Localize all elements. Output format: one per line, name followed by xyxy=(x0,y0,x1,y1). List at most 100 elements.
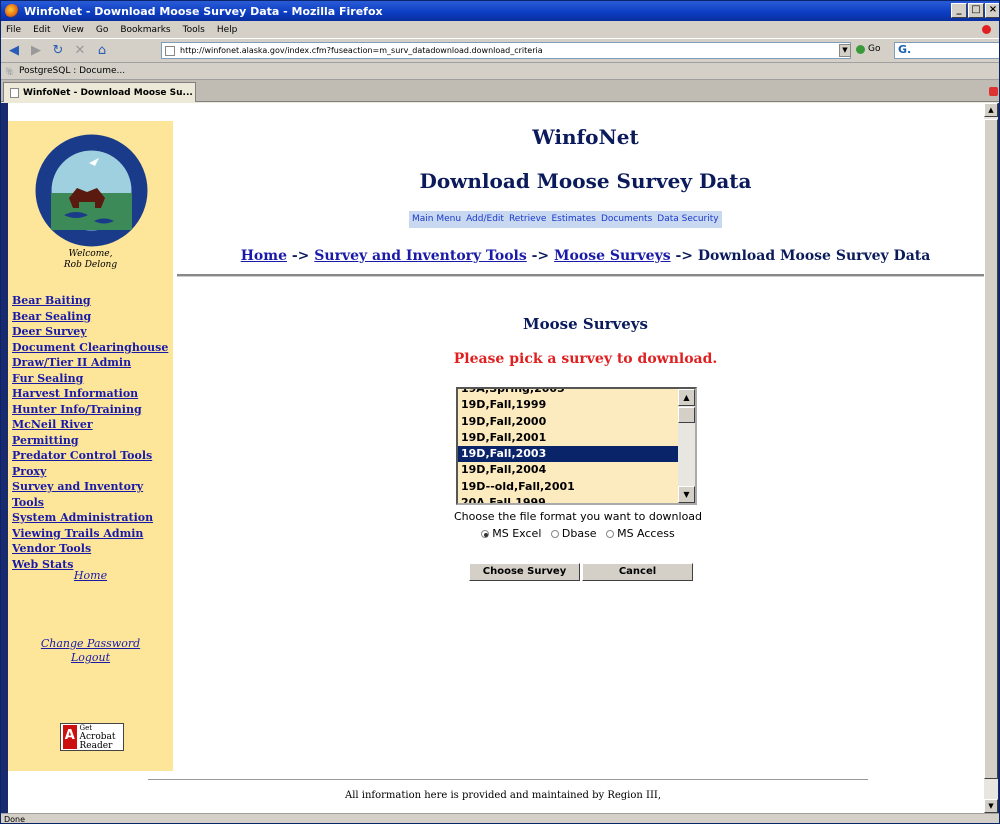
sidebar-link-viewing-trails[interactable]: Viewing Trails Admin xyxy=(12,526,173,542)
title-bar[interactable]: WinfoNet - Download Moose Survey Data - … xyxy=(1,1,999,21)
sidebar-link-mcneil-river[interactable]: McNeil River xyxy=(12,417,173,433)
breadcrumb-survey-tools[interactable]: Survey and Inventory Tools xyxy=(314,248,526,264)
tab-close-icon[interactable] xyxy=(989,87,998,96)
breadcrumb-home[interactable]: Home xyxy=(241,248,287,264)
survey-option-selected[interactable]: 19D,Fall,2003 xyxy=(458,446,679,463)
menu-view[interactable]: View xyxy=(58,25,91,35)
sidebar-home-link[interactable]: Home xyxy=(8,569,173,582)
acrobat-line2: Reader xyxy=(79,740,113,751)
tab-bar: WinfoNet - Download Moose Su... xyxy=(1,80,999,102)
choose-survey-button[interactable]: Choose Survey xyxy=(469,563,580,581)
menu-link-add-edit[interactable]: Add/Edit xyxy=(466,214,504,225)
logout-link[interactable]: Logout xyxy=(8,651,173,665)
sidebar-link-deer-survey[interactable]: Deer Survey xyxy=(12,324,173,340)
forward-arrow-icon[interactable]: ▶ xyxy=(27,42,45,60)
breadcrumb-current: Download Moose Survey Data xyxy=(697,248,931,264)
page-icon xyxy=(165,46,175,56)
sidebar-link-document-clearinghouse[interactable]: Document Clearinghouse xyxy=(12,340,173,356)
menu-link-estimates[interactable]: Estimates xyxy=(551,214,595,225)
survey-option[interactable]: 19D,Fall,1999 xyxy=(458,397,679,413)
breadcrumb-separator: -> xyxy=(675,248,694,264)
survey-option[interactable]: 19D,Fall,2001 xyxy=(458,430,679,446)
go-button[interactable]: Go xyxy=(856,44,880,54)
maximize-button[interactable]: □ xyxy=(968,3,984,18)
acrobat-reader-badge[interactable]: A Get Acrobat Reader xyxy=(60,723,124,751)
sidebar-link-system-admin[interactable]: System Administration xyxy=(12,510,173,526)
sidebar-link-proxy[interactable]: Proxy xyxy=(12,464,173,480)
go-label: Go xyxy=(868,44,881,54)
sidebar-link-harvest-information[interactable]: Harvest Information xyxy=(12,386,173,402)
scroll-down-icon[interactable]: ▼ xyxy=(984,799,998,813)
sidebar-link-fur-sealing[interactable]: Fur Sealing xyxy=(12,371,173,387)
page-title: Download Moose Survey Data xyxy=(419,169,752,193)
reload-icon[interactable]: ↻ xyxy=(49,42,67,60)
radio-dbase[interactable] xyxy=(550,530,559,538)
label-ms-excel: MS Excel xyxy=(492,527,542,540)
sidebar-link-hunter-info[interactable]: Hunter Info/Training xyxy=(12,402,173,418)
format-radio-group: MS Excel Dbase MS Access xyxy=(173,527,983,540)
footer: All information here is provided and mai… xyxy=(173,788,833,803)
status-bar: Done xyxy=(1,813,999,823)
label-ms-access: MS Access xyxy=(617,527,675,540)
menu-file[interactable]: File xyxy=(1,25,28,35)
scroll-down-icon[interactable]: ▼ xyxy=(678,486,695,503)
url-dropdown-icon[interactable]: ▼ xyxy=(839,44,851,57)
sidebar-link-permitting[interactable]: Permitting xyxy=(12,433,173,449)
sidebar-link-bear-baiting[interactable]: Bear Baiting xyxy=(12,293,173,309)
menu-tools[interactable]: Tools xyxy=(178,25,212,35)
radio-ms-excel[interactable] xyxy=(481,530,490,538)
close-button[interactable]: × xyxy=(985,3,999,18)
throbber-icon xyxy=(982,25,991,34)
page-scrollbar[interactable]: ▲ ▼ xyxy=(984,103,998,813)
firefox-icon xyxy=(5,4,19,18)
survey-option[interactable]: 19D,Fall,2000 xyxy=(458,414,679,430)
url-bar[interactable]: http://winfonet.alaska.gov/index.cfm?fus… xyxy=(161,42,851,59)
sidebar: Welcome, Rob Delong Bear Baiting Bear Se… xyxy=(8,121,173,771)
navigation-toolbar: ◀ ▶ ↻ ✕ ⌂ http://winfonet.alaska.gov/ind… xyxy=(1,39,999,63)
browser-window: WinfoNet - Download Moose Survey Data - … xyxy=(0,0,1000,824)
back-arrow-icon[interactable]: ◀ xyxy=(5,42,23,60)
menu-link-data-security[interactable]: Data Security xyxy=(657,214,718,225)
survey-option[interactable]: 19D,Fall,2004 xyxy=(458,462,679,478)
sidebar-link-bear-sealing[interactable]: Bear Sealing xyxy=(12,309,173,325)
radio-ms-access[interactable] xyxy=(606,530,615,538)
cancel-button[interactable]: Cancel xyxy=(582,563,693,581)
tab-winfonet[interactable]: WinfoNet - Download Moose Su... xyxy=(3,82,196,102)
sidebar-link-survey-inventory[interactable]: Survey and Inventory Tools xyxy=(12,479,173,510)
sidebar-link-draw-tier-admin[interactable]: Draw/Tier II Admin xyxy=(12,355,173,371)
welcome-text: Welcome, xyxy=(68,249,113,259)
survey-option[interactable]: 19D--old,Fall,2001 xyxy=(458,479,679,495)
pick-prompt: Please pick a survey to download. xyxy=(453,351,718,367)
survey-option[interactable]: 20A,Fall,1999 xyxy=(458,495,679,503)
page-icon xyxy=(10,87,19,98)
minimize-button[interactable]: _ xyxy=(951,3,967,18)
scroll-up-icon[interactable]: ▲ xyxy=(984,103,998,117)
change-password-link[interactable]: Change Password xyxy=(8,637,173,651)
menu-bookmarks[interactable]: Bookmarks xyxy=(115,25,177,35)
welcome-user: Rob Delong xyxy=(63,260,118,270)
home-icon[interactable]: ⌂ xyxy=(93,42,111,60)
sidebar-link-predator-control[interactable]: Predator Control Tools xyxy=(12,448,173,464)
search-input[interactable]: G. xyxy=(894,42,999,59)
menu-help[interactable]: Help xyxy=(212,25,245,35)
survey-listbox[interactable]: 19A,Spring,2005 19D,Fall,1999 19D,Fall,2… xyxy=(456,387,697,505)
adfg-seal-logo xyxy=(35,134,148,247)
scroll-thumb[interactable] xyxy=(984,119,998,779)
menu-link-documents[interactable]: Documents xyxy=(601,214,652,225)
menu-edit[interactable]: Edit xyxy=(28,25,57,35)
stop-icon[interactable]: ✕ xyxy=(71,42,89,60)
tab-label: WinfoNet - Download Moose Su... xyxy=(23,87,193,98)
bookmark-postgresql[interactable]: PostgreSQL : Docume... xyxy=(19,66,125,76)
footer-divider xyxy=(148,779,868,780)
listbox-scrollbar[interactable]: ▲ ▼ xyxy=(678,389,695,503)
menu-link-retrieve[interactable]: Retrieve xyxy=(509,214,547,225)
survey-option[interactable]: 19A,Spring,2005 xyxy=(458,389,679,397)
scroll-up-icon[interactable]: ▲ xyxy=(678,389,695,406)
window-title: WinfoNet - Download Moose Survey Data - … xyxy=(24,4,383,18)
sidebar-link-vendor-tools[interactable]: Vendor Tools xyxy=(12,541,173,557)
menu-go[interactable]: Go xyxy=(91,25,115,35)
scroll-thumb[interactable] xyxy=(678,407,695,423)
go-icon xyxy=(856,44,865,54)
breadcrumb-moose-surveys[interactable]: Moose Surveys xyxy=(554,248,671,264)
menu-link-main-menu[interactable]: Main Menu xyxy=(412,214,461,225)
